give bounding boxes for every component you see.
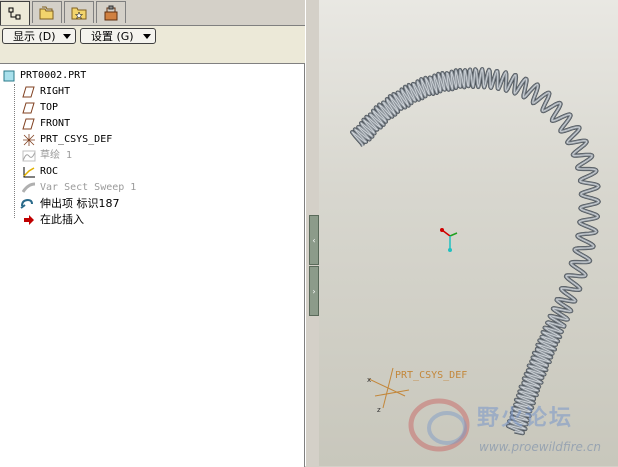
datum-plane-icon (22, 118, 35, 130)
part-icon (3, 70, 15, 82)
watermark-text: 野火论坛 (477, 406, 574, 431)
tree-item-label: 在此插入 (40, 213, 84, 226)
display-dropdown-label: 显示 (D) (13, 30, 56, 43)
tree-item-label: 草绘 1 (40, 150, 73, 161)
settings-dropdown[interactable]: 设置 (G) (80, 28, 156, 44)
model-tree: PRT0002.PRT RIGHT TOP FRONT PRT_CSYS_DEF (0, 63, 305, 467)
favorites-tab[interactable] (64, 1, 94, 23)
tree-item-label: PRT_CSYS_DEF (40, 134, 113, 145)
collapse-left-button[interactable]: ‹ (309, 215, 319, 265)
sweep-icon (22, 182, 36, 193)
connections-tab[interactable] (96, 1, 126, 23)
datum-plane-icon (22, 86, 35, 98)
tree-icon (8, 7, 21, 19)
chevron-down-icon (63, 34, 71, 39)
tree-root-label: PRT0002.PRT (20, 70, 87, 81)
chevron-down-icon (143, 34, 151, 39)
tree-item-label: 伸出项 标识187 (40, 197, 120, 210)
settings-dropdown-label: 设置 (G) (91, 30, 134, 43)
tree-item-label: ROC (40, 166, 59, 177)
graphics-viewport[interactable]: x z PRT_CSYS_DEF 野火论坛 www.proewildfire.c… (319, 0, 618, 466)
tree-item-label: TOP (40, 102, 59, 113)
display-dropdown[interactable]: 显示 (D) (2, 28, 76, 44)
watermark-url: www.proewildfire.cn (479, 440, 601, 454)
insert-arrow-icon (24, 215, 34, 225)
toolbar-spacer (0, 47, 305, 64)
datum-plane-icon (22, 102, 35, 114)
folder-icon (39, 6, 54, 19)
model-tree-tab[interactable] (0, 1, 30, 25)
sketch-icon (22, 150, 36, 162)
chevron-right-icon: › (312, 286, 316, 296)
coordinate-system-icon (23, 134, 35, 146)
protrusion-icon (20, 198, 33, 209)
expand-right-button[interactable]: › (309, 266, 319, 316)
tree-connector (14, 84, 15, 218)
folder-browser-tab[interactable] (32, 1, 62, 23)
tree-toolbar: 显示 (D) 设置 (G) (0, 25, 305, 48)
graph-icon (23, 167, 35, 178)
navigator-tabs (0, 0, 305, 25)
watermark-logo (408, 398, 470, 452)
star-icon (71, 7, 87, 19)
tools-icon (104, 5, 118, 20)
tree-item-label: RIGHT (40, 86, 71, 97)
left-panel: 显示 (D) 设置 (G) PRT0002.PRT RIGHT TOP FRON… (0, 0, 305, 467)
tree-item-label: FRONT (40, 118, 71, 129)
chevron-left-icon: ‹ (312, 235, 316, 245)
tree-item-label: Var Sect Sweep 1 (40, 182, 137, 193)
